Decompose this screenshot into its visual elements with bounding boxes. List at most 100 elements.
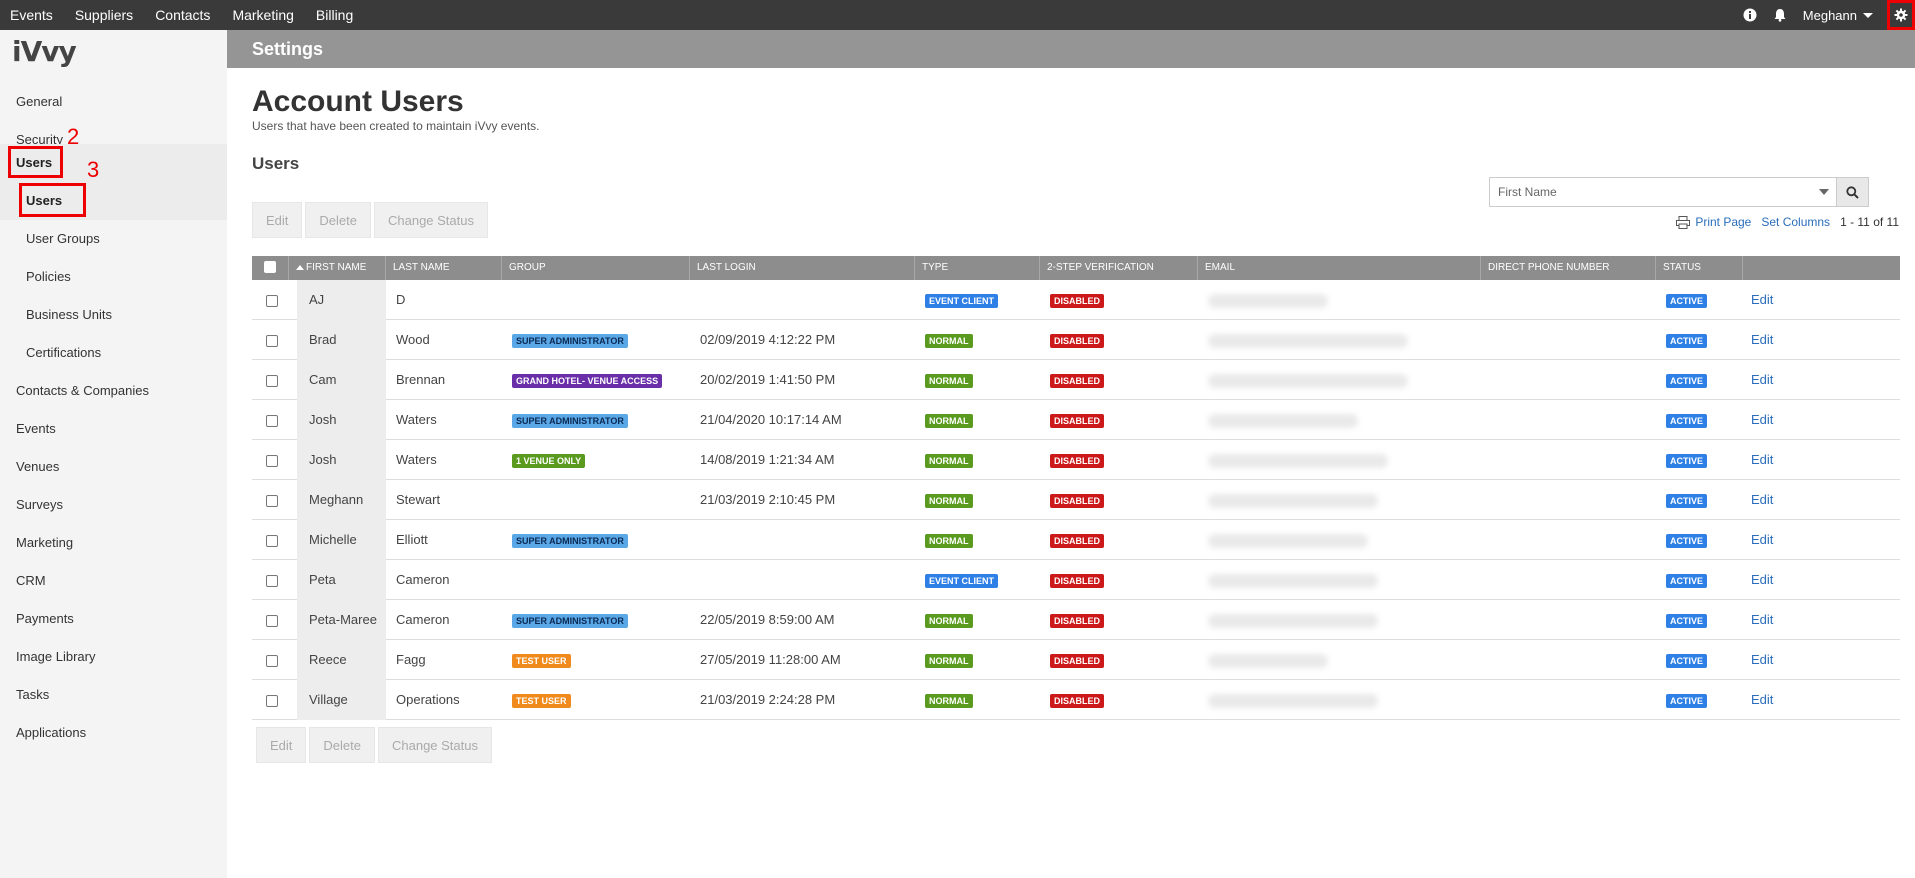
filter-select[interactable]: First Name — [1489, 177, 1869, 207]
edit-link[interactable]: Edit — [1751, 612, 1773, 627]
sidebar-item-contacts-companies[interactable]: Contacts & Companies — [0, 372, 227, 410]
sidebar-subitem-policies[interactable]: Policies — [0, 258, 227, 296]
table-row[interactable]: Brad Wood SUPER ADMINISTRATOR 02/09/2019 4:… — [252, 320, 1900, 360]
delete-button[interactable]: Delete — [305, 202, 371, 238]
delete-button-bottom[interactable]: Delete — [309, 727, 375, 763]
table-row[interactable]: Meghann Stewart 21/03/2019 2:10:45 PM NORMA… — [252, 480, 1900, 520]
col-two-step[interactable]: 2-Step Verification — [1040, 256, 1198, 280]
col-direct-phone[interactable]: Direct Phone Number — [1481, 256, 1656, 280]
chevron-down-icon[interactable] — [1812, 189, 1836, 195]
table-row[interactable]: Cam Brennan GRAND HOTEL- VENUE ACCESS 20/02… — [252, 360, 1900, 400]
type-cell: EVENT CLIENT — [915, 280, 1040, 320]
type-badge: NORMAL — [925, 693, 973, 708]
logo[interactable]: iVvy — [12, 35, 77, 68]
print-page-link[interactable]: Print Page — [1676, 215, 1751, 229]
row-checkbox[interactable] — [266, 374, 278, 387]
row-checkbox[interactable] — [266, 494, 278, 507]
last-login-cell: 21/03/2019 2:10:45 PM — [700, 492, 836, 507]
row-checkbox[interactable] — [266, 694, 278, 707]
col-last-login[interactable]: Last Login — [690, 256, 915, 280]
sidebar-item-payments[interactable]: Payments — [0, 600, 227, 638]
table-row[interactable]: Josh Waters SUPER ADMINISTRATOR 21/04/2020 … — [252, 400, 1900, 440]
row-checkbox[interactable] — [266, 294, 278, 307]
email-cell — [1198, 520, 1481, 560]
status-cell: ACTIVE — [1656, 360, 1743, 400]
edit-cell: Edit — [1743, 480, 1823, 520]
col-email[interactable]: Email — [1198, 256, 1481, 280]
bell-icon[interactable] — [1765, 0, 1795, 30]
action-buttons-top: Edit Delete Change Status — [252, 202, 488, 238]
col-first-name[interactable]: First Name — [289, 256, 386, 280]
info-icon[interactable] — [1735, 0, 1765, 30]
type-cell: EVENT CLIENT — [915, 560, 1040, 600]
table-row[interactable]: Reece Fagg TEST USER 27/05/2019 11:28:00 AM… — [252, 640, 1900, 680]
user-menu[interactable]: Meghann — [1795, 8, 1887, 23]
row-checkbox[interactable] — [266, 534, 278, 547]
edit-button-bottom[interactable]: Edit — [256, 727, 307, 763]
change-status-button-bottom[interactable]: Change Status — [377, 727, 492, 763]
sidebar-subitem-business-units[interactable]: Business Units — [0, 296, 227, 334]
table-row[interactable]: Peta-Maree Cameron SUPER ADMINISTRATOR 22/0… — [252, 600, 1900, 640]
col-last-name[interactable]: Last Name — [386, 256, 502, 280]
search-button[interactable] — [1836, 178, 1868, 206]
edit-button[interactable]: Edit — [252, 202, 303, 238]
edit-link[interactable]: Edit — [1751, 532, 1773, 547]
table-row[interactable]: Josh Waters 1 VENUE ONLY 14/08/2019 1:21:34… — [252, 440, 1900, 480]
sidebar-item-venues[interactable]: Venues — [0, 448, 227, 486]
phone-cell — [1481, 360, 1656, 400]
table-row[interactable]: Michelle Elliott SUPER ADMINISTRATOR NORMAL… — [252, 520, 1900, 560]
row-checkbox[interactable] — [266, 334, 278, 347]
edit-link[interactable]: Edit — [1751, 452, 1773, 467]
set-columns-link[interactable]: Set Columns — [1761, 215, 1830, 229]
col-group[interactable]: Group — [502, 256, 690, 280]
sidebar-item-applications[interactable]: Applications — [0, 714, 227, 752]
table-row[interactable]: Peta Cameron EVENT CLIENT DISABLED ACTIVE Edi… — [252, 560, 1900, 600]
edit-link[interactable]: Edit — [1751, 292, 1773, 307]
change-status-button[interactable]: Change Status — [373, 202, 488, 238]
edit-link[interactable]: Edit — [1751, 652, 1773, 667]
row-checkbox[interactable] — [266, 454, 278, 467]
select-all-cell — [252, 256, 289, 280]
status-badge: ACTIVE — [1666, 293, 1708, 308]
edit-link[interactable]: Edit — [1751, 372, 1773, 387]
edit-link[interactable]: Edit — [1751, 332, 1773, 347]
edit-link[interactable]: Edit — [1751, 692, 1773, 707]
last-name-cell: Operations — [396, 692, 460, 707]
group-badge: SUPER ADMINISTRATOR — [512, 533, 628, 548]
sidebar-subitem-certifications[interactable]: Certifications — [0, 334, 227, 372]
select-all-checkbox[interactable] — [264, 261, 276, 274]
sidebar-item-surveys[interactable]: Surveys — [0, 486, 227, 524]
edit-cell: Edit — [1743, 520, 1823, 560]
row-checkbox[interactable] — [266, 614, 278, 627]
nav-contacts[interactable]: Contacts — [145, 0, 222, 30]
col-type[interactable]: Type — [915, 256, 1040, 280]
filter-field-value[interactable]: First Name — [1490, 185, 1812, 199]
settings-button[interactable] — [1887, 0, 1915, 30]
edit-link[interactable]: Edit — [1751, 492, 1773, 507]
row-checkbox[interactable] — [266, 574, 278, 587]
last-login-cell: 21/04/2020 10:17:14 AM — [700, 412, 842, 427]
table-row[interactable]: AJ D EVENT CLIENT DISABLED ACTIVE Edit — [252, 280, 1900, 320]
printer-icon — [1676, 215, 1691, 229]
sidebar-item-events[interactable]: Events — [0, 410, 227, 448]
nav-events[interactable]: Events — [0, 0, 65, 30]
row-checkbox[interactable] — [266, 654, 278, 667]
email-cell — [1198, 600, 1481, 640]
sidebar-item-tasks[interactable]: Tasks — [0, 676, 227, 714]
nav-billing[interactable]: Billing — [306, 0, 365, 30]
nav-marketing[interactable]: Marketing — [222, 0, 305, 30]
sidebar-item-image-library[interactable]: Image Library — [0, 638, 227, 676]
edit-cell: Edit — [1743, 680, 1823, 720]
edit-link[interactable]: Edit — [1751, 572, 1773, 587]
edit-link[interactable]: Edit — [1751, 412, 1773, 427]
row-checkbox[interactable] — [266, 414, 278, 427]
sidebar-subitem-user-groups[interactable]: User Groups — [0, 220, 227, 258]
table-row[interactable]: Village Operations TEST USER 21/03/2019 2:2… — [252, 680, 1900, 720]
email-cell — [1198, 320, 1481, 360]
sidebar-item-crm[interactable]: CRM — [0, 562, 227, 600]
nav-suppliers[interactable]: Suppliers — [65, 0, 145, 30]
col-status[interactable]: Status — [1656, 256, 1743, 280]
sidebar-item-general[interactable]: General — [0, 83, 227, 121]
sidebar-item-marketing[interactable]: Marketing — [0, 524, 227, 562]
last-name-cell: Stewart — [396, 492, 441, 507]
